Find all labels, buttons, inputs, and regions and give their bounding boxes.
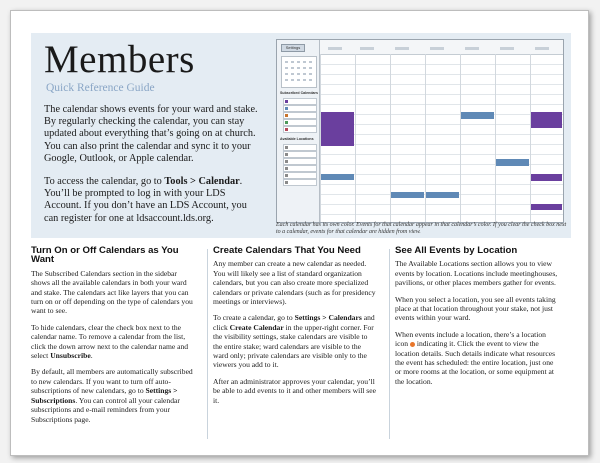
column-divider <box>389 249 390 439</box>
location-item <box>283 165 317 172</box>
paragraph: By default, all members are automaticall… <box>31 367 193 424</box>
location-item <box>283 151 317 158</box>
calendar-event <box>321 174 354 180</box>
available-locations-header: Available Locations <box>280 137 314 141</box>
page-subtitle: Quick Reference Guide <box>46 82 155 94</box>
calendar-event <box>321 112 354 146</box>
paragraph: When events include a location, there’s … <box>395 329 556 386</box>
location-item <box>283 158 317 165</box>
calendar-week-grid <box>320 54 563 222</box>
calendar-event <box>391 192 424 198</box>
paragraph: To create a calendar, go to Settings > C… <box>213 313 375 370</box>
settings-button: Settings <box>281 44 305 52</box>
calendar-item <box>283 112 317 119</box>
calendar-event <box>496 159 529 166</box>
paragraph: The Available Locations section allows y… <box>395 259 558 288</box>
column-divider <box>207 249 208 439</box>
calendar-item <box>283 126 317 133</box>
section-heading: Create Calendars That You Need <box>213 245 361 256</box>
screenshot-caption: Each calendar has its own color. Events … <box>276 222 567 236</box>
location-item <box>283 172 317 179</box>
section-heading: See All Events by Location <box>395 245 518 256</box>
paragraph: Any member can create a new calendar as … <box>213 259 376 307</box>
paragraph: The Subscribed Calendars section in the … <box>31 268 193 316</box>
calendar-toolbar <box>320 40 563 55</box>
calendar-event <box>426 192 459 198</box>
intro-paragraph-1: The calendar shows events for your ward … <box>44 104 258 164</box>
section-heading: Turn On or Off Calendars as You Want <box>31 245 179 266</box>
section-events-by-location: See All Events by Location The Available… <box>395 245 560 393</box>
calendar-sidebar: Settings Subscribed Calendars Available … <box>277 40 320 222</box>
mini-calendar <box>281 56 317 88</box>
calendar-item <box>283 98 317 105</box>
header-panel: Members Quick Reference Guide The calend… <box>31 33 571 238</box>
calendar-event <box>531 204 562 210</box>
intro-paragraph-2: To access the calendar, go to Tools > Ca… <box>44 176 247 224</box>
calendar-screenshot: Settings Subscribed Calendars Available … <box>276 39 564 223</box>
paragraph: To hide calendars, clear the check box n… <box>31 322 189 361</box>
calendar-item <box>283 119 317 126</box>
calendar-event <box>531 112 562 128</box>
calendar-event <box>531 174 562 181</box>
calendar-item <box>283 105 317 112</box>
location-item <box>283 144 317 151</box>
subscribed-calendars-header: Subscribed Calendars <box>280 91 318 95</box>
paragraph: When you select a location, you see all … <box>395 294 556 323</box>
document-page: Members Quick Reference Guide The calend… <box>10 10 589 456</box>
section-turn-on-off: Turn On or Off Calendars as You Want The… <box>31 246 196 431</box>
section-create-calendars: Create Calendars That You Need Any membe… <box>213 245 378 412</box>
calendar-event <box>461 112 494 119</box>
page-title: Members <box>44 38 195 81</box>
location-item <box>283 179 317 186</box>
paragraph: After an administrator approves your cal… <box>213 376 377 405</box>
